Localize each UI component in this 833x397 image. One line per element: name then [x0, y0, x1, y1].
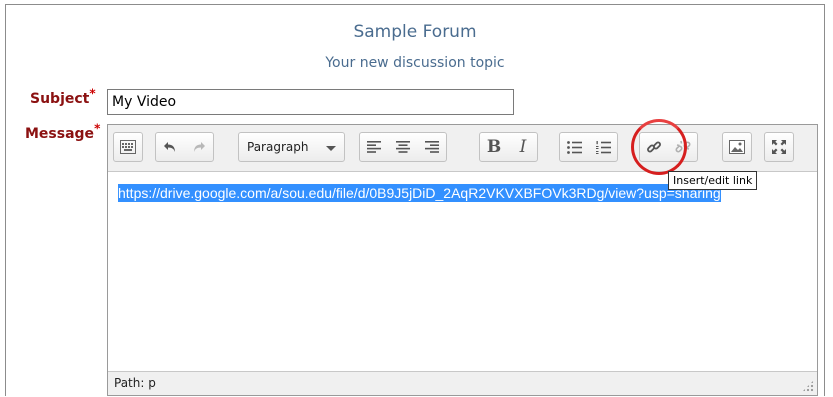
link-icon [646, 139, 662, 155]
toolbar-group-format: Paragraph [238, 132, 346, 162]
align-right-icon [425, 141, 439, 153]
toolbar-group-align [359, 132, 447, 162]
toolbar-group-toggle [113, 132, 143, 162]
page-subtitle: Your new discussion topic [325, 55, 505, 71]
unlink-button[interactable] [668, 133, 697, 161]
message-editor: Paragraph B I https://drive.google.com/a… [107, 124, 818, 396]
toolbar-group-lists [559, 132, 618, 162]
bullet-list-button[interactable] [560, 133, 588, 161]
align-left-button[interactable] [360, 133, 388, 161]
align-right-button[interactable] [417, 133, 446, 161]
insert-link-button[interactable] [640, 133, 668, 161]
toolbar-group-view [764, 132, 794, 162]
undo-icon [163, 140, 177, 154]
align-left-icon [367, 141, 381, 153]
bullet-list-icon [566, 140, 582, 154]
fullscreen-icon [772, 140, 786, 154]
subject-label: Subject* [30, 87, 96, 107]
kitchen-sink-button[interactable] [114, 133, 142, 161]
required-mark: * [94, 121, 101, 136]
fullscreen-button[interactable] [765, 133, 793, 161]
align-center-icon [396, 141, 410, 153]
numbered-list-button[interactable] [588, 133, 617, 161]
italic-button[interactable]: I [508, 133, 537, 161]
toolbar-group-style: B I [479, 132, 538, 162]
undo-button[interactable] [156, 133, 184, 161]
editor-toolbar: Paragraph B I [108, 125, 817, 172]
required-mark: * [89, 86, 96, 101]
align-center-button[interactable] [388, 133, 417, 161]
redo-button[interactable] [184, 133, 213, 161]
subject-input[interactable] [107, 89, 514, 115]
page-title: Sample Forum [353, 22, 477, 42]
editor-status-bar: Path: p [108, 371, 817, 395]
insert-image-button[interactable] [723, 133, 751, 161]
image-icon [729, 140, 745, 154]
format-dropdown[interactable]: Paragraph [239, 133, 344, 161]
bold-icon: B [486, 137, 502, 157]
message-label-text: Message [25, 126, 95, 142]
subject-label-text: Subject [30, 91, 90, 107]
toolbar-group-history [155, 132, 214, 162]
message-label: Message* [25, 122, 100, 142]
redo-icon [192, 140, 206, 154]
toolbar-group-media [722, 132, 752, 162]
toolbar-group-links [639, 132, 698, 162]
selected-link-text[interactable]: https://drive.google.com/a/sou.edu/file/… [118, 184, 721, 202]
resize-handle-icon[interactable] [802, 380, 814, 392]
kitchen-sink-icon [120, 140, 136, 154]
bold-button[interactable]: B [480, 133, 508, 161]
chevron-down-icon [326, 145, 337, 151]
insert-link-tooltip: Insert/edit link [668, 171, 758, 190]
italic-icon: I [519, 137, 527, 157]
unlink-icon [675, 139, 691, 155]
editor-content-area[interactable]: https://drive.google.com/a/sou.edu/file/… [108, 171, 817, 371]
format-dropdown-value: Paragraph [247, 140, 309, 154]
numbered-list-icon [595, 140, 611, 154]
element-path: Path: p [114, 376, 156, 390]
